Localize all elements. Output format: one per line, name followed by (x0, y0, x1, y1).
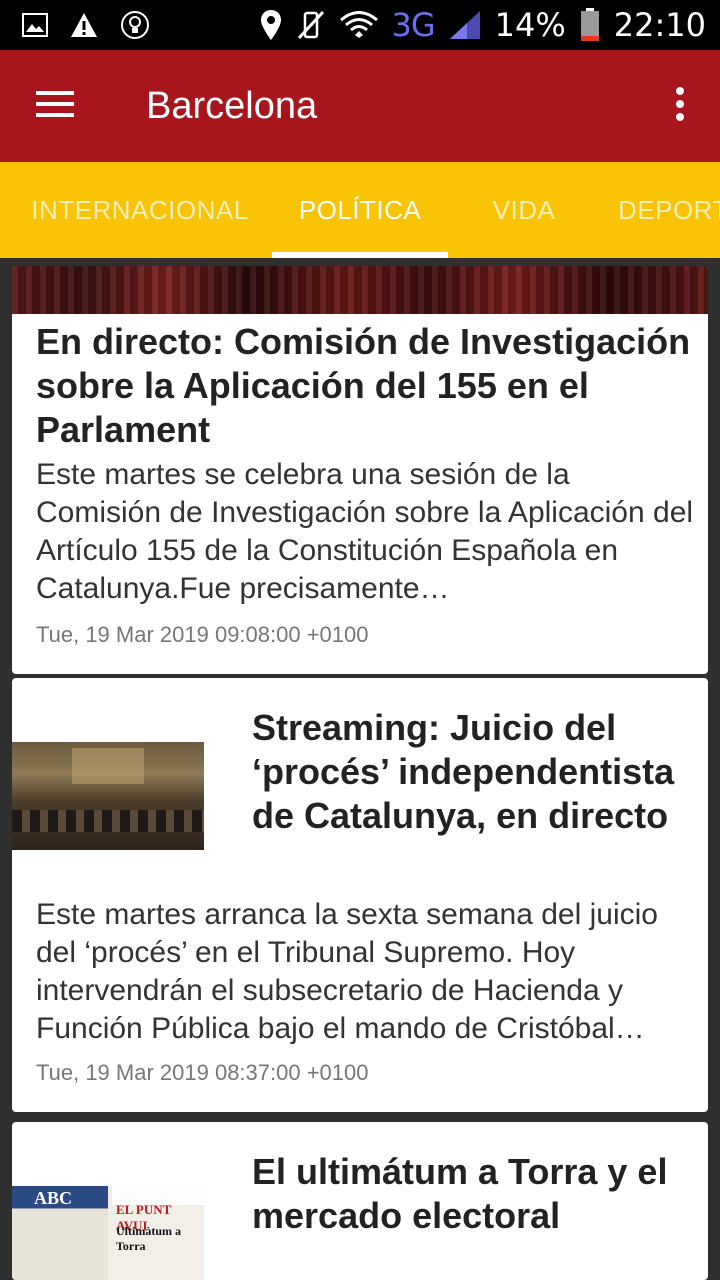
article-description: Este martes se celebra una sesión de la … (36, 458, 694, 605)
article-card[interactable]: ABC EL PUNT AVUI Ultimàtum a Torra El ul… (12, 1122, 708, 1280)
article-date: Tue, 19 Mar 2019 08:37:00 +0100 (36, 1060, 369, 1085)
article-thumbnail: ABC EL PUNT AVUI Ultimàtum a Torra (12, 1186, 204, 1280)
newspaper-headline: Ultimàtum a Torra (116, 1224, 181, 1253)
newspaper-punt-image: EL PUNT AVUI Ultimàtum a Torra (112, 1186, 204, 1280)
article-image (12, 266, 708, 314)
signal-icon (449, 10, 481, 40)
overflow-menu-button[interactable] (640, 50, 720, 162)
image-notification-icon (22, 13, 48, 37)
status-bar: 3G 14% 22:10 (0, 0, 720, 50)
newspaper-abc-image: ABC (12, 1186, 108, 1280)
location-icon (260, 9, 282, 41)
network-type: 3G (391, 6, 436, 44)
article-title: Streaming: Juicio del ‘procés’ independe… (252, 707, 675, 836)
wifi-icon (339, 11, 378, 39)
menu-button[interactable] (0, 50, 110, 162)
article-thumbnail (12, 742, 204, 850)
warning-icon (70, 12, 98, 38)
tab-vida[interactable]: VIDA (460, 162, 588, 258)
category-tabs: INTERNACIONAL POLÍTICA VIDA DEPORT (0, 162, 720, 258)
bulb-notification-icon (120, 10, 150, 40)
article-title: En directo: Comisión de Investigación so… (36, 321, 691, 450)
tab-deportes[interactable]: DEPORT (606, 162, 720, 258)
app-bar: Barcelona (0, 50, 720, 162)
more-vert-icon (675, 86, 685, 126)
article-card[interactable]: En directo: Comisión de Investigación so… (12, 266, 708, 674)
active-tab-indicator (272, 252, 448, 258)
article-card[interactable]: Streaming: Juicio del ‘procés’ independe… (12, 678, 708, 1112)
tab-politica[interactable]: POLÍTICA (272, 162, 448, 258)
app-title: Barcelona (146, 84, 318, 127)
vibrate-mute-icon (296, 9, 326, 41)
battery-percent: 14% (494, 6, 566, 44)
clock: 22:10 (613, 6, 706, 44)
article-date: Tue, 19 Mar 2019 09:08:00 +0100 (36, 622, 369, 647)
article-description: Este martes arranca la sexta semana del … (36, 898, 658, 1045)
newspaper-masthead: ABC (34, 1188, 73, 1208)
hamburger-icon (36, 90, 74, 123)
tab-internacional[interactable]: INTERNACIONAL (20, 162, 260, 258)
article-title: El ultimátum a Torra y el mercado electo… (252, 1151, 668, 1236)
battery-icon (580, 8, 600, 42)
